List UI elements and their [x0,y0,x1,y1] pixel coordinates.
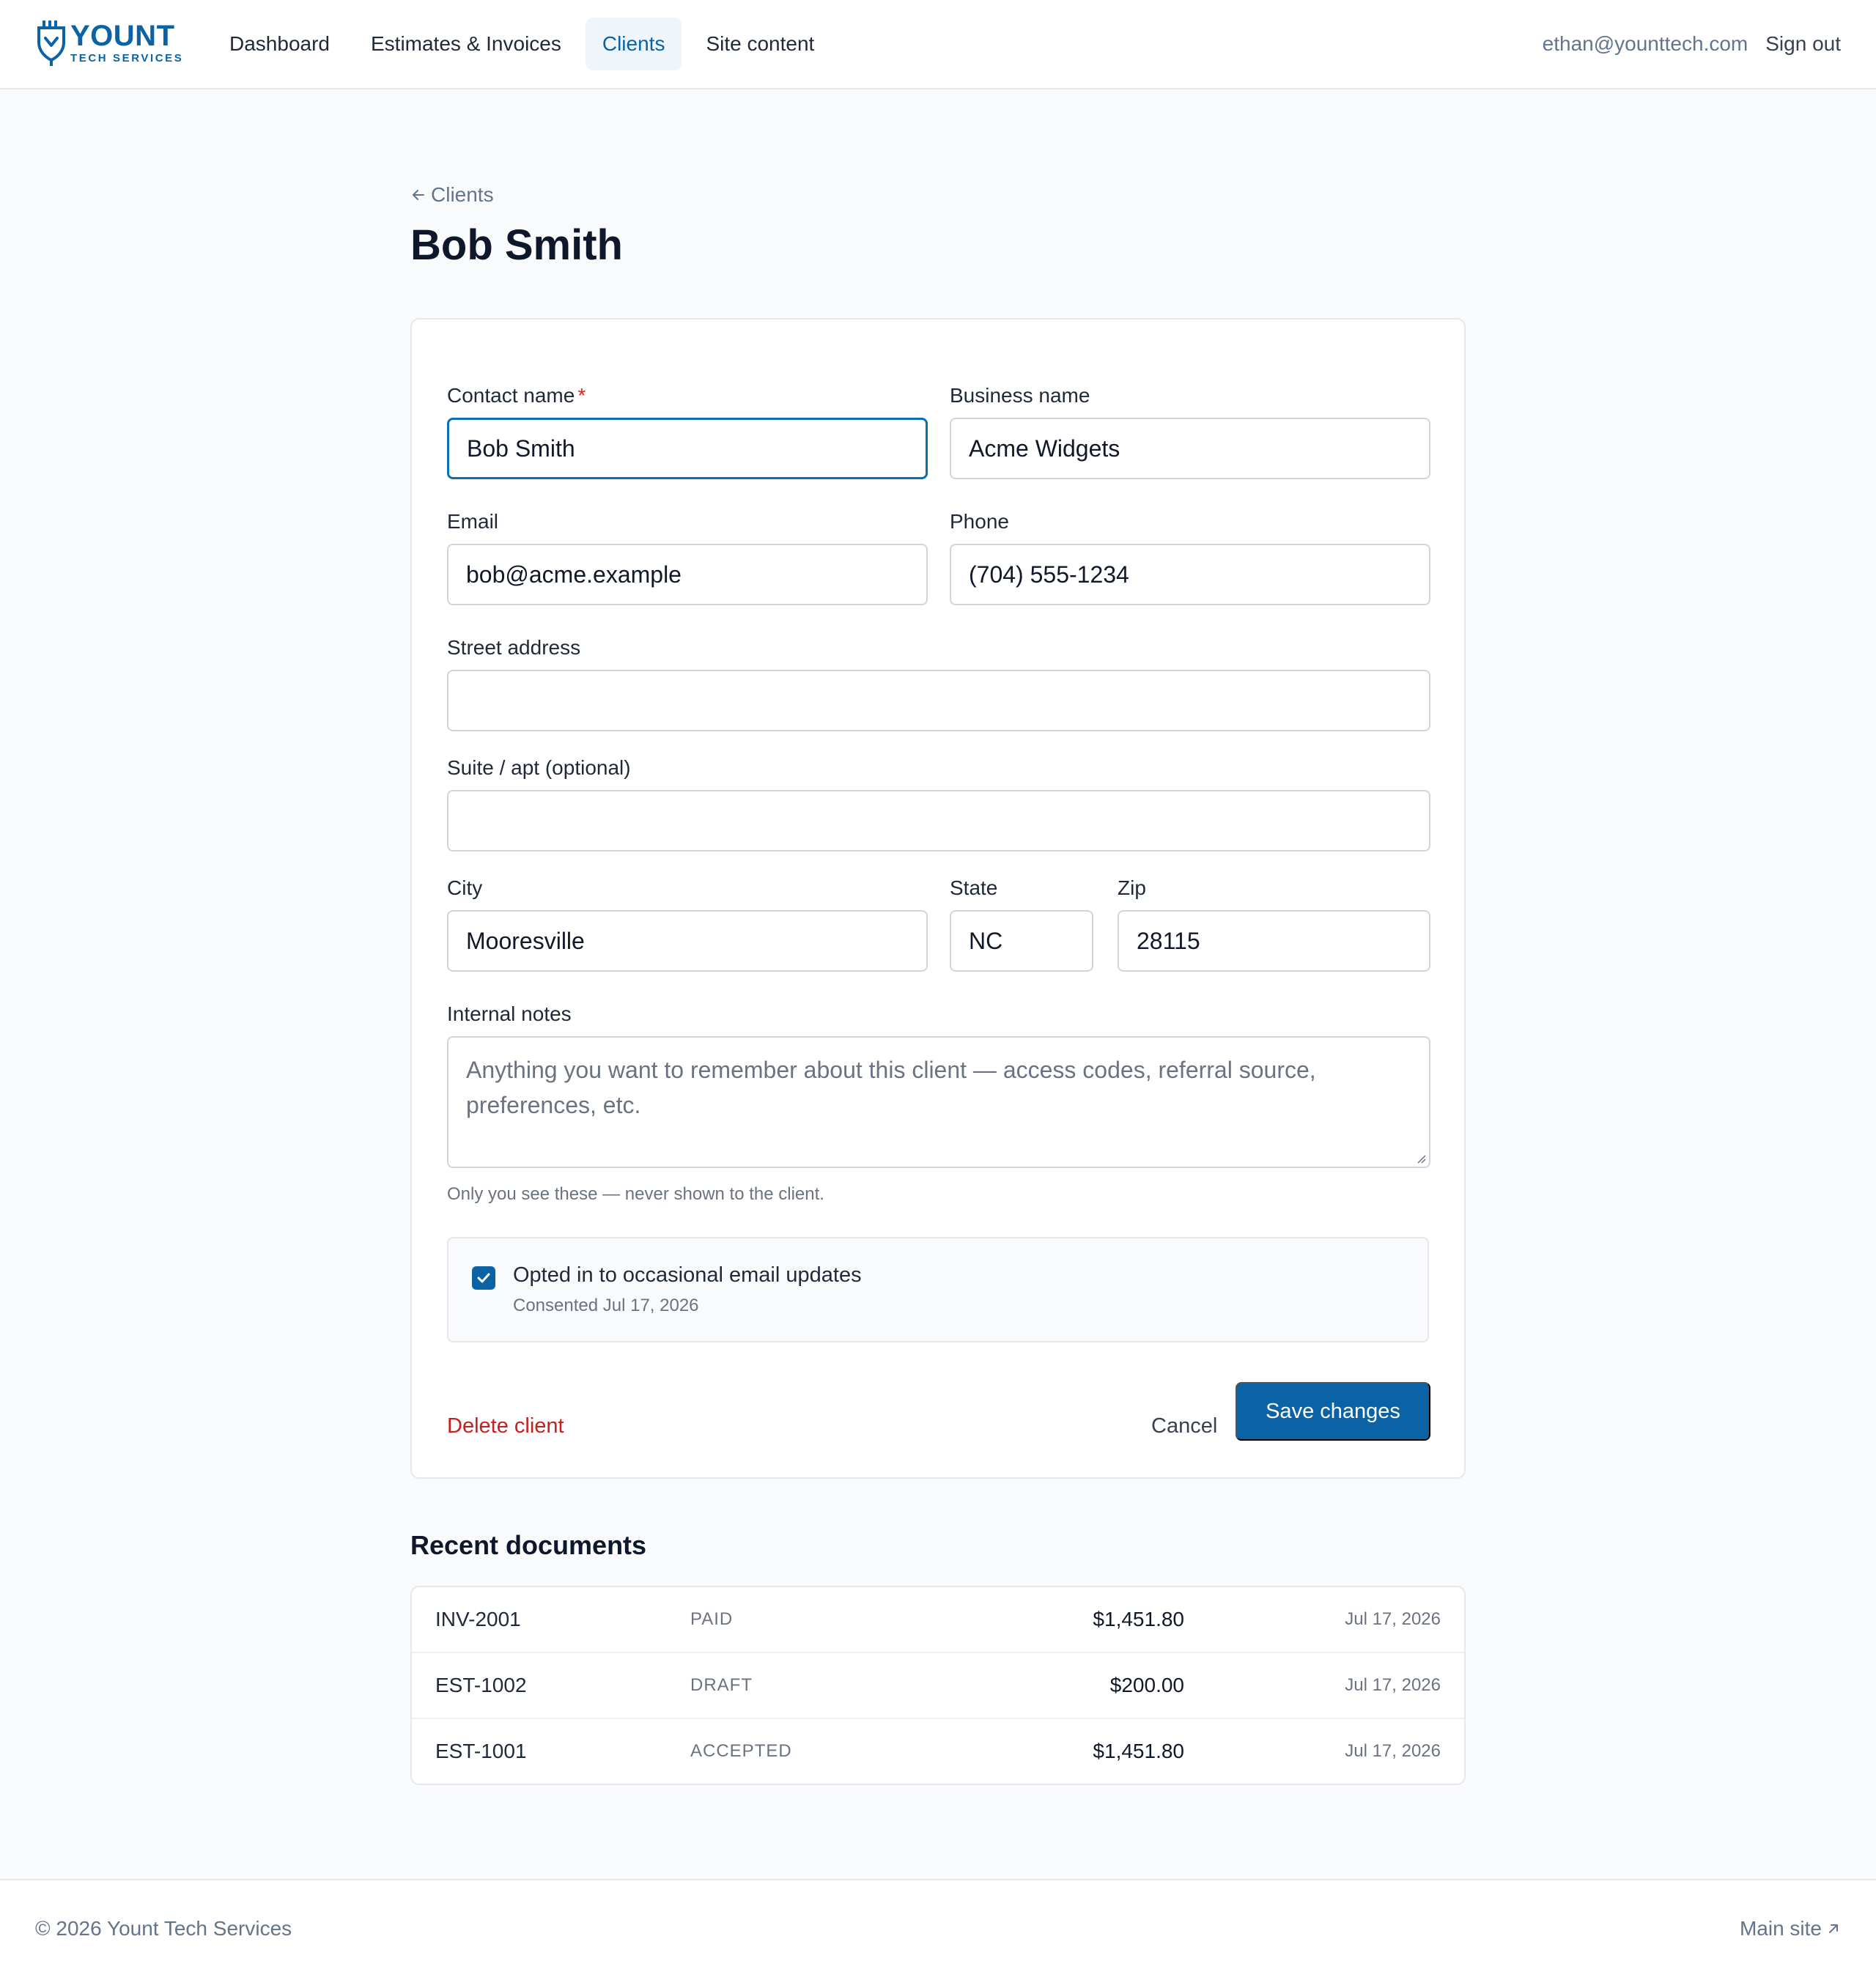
recent-documents-list: INV-2001 PAID $1,451.80 Jul 17, 2026 EST… [410,1586,1466,1785]
checkmark-icon [477,1273,490,1283]
business-name-label: Business name [950,384,1090,407]
city-label: City [447,876,483,899]
resize-handle-icon[interactable] [1414,1152,1426,1164]
email-input[interactable]: bob@acme.example [447,544,928,605]
page-footer: © 2026 Yount Tech Services Main site [0,1879,1876,1980]
document-row[interactable]: INV-2001 PAID $1,451.80 Jul 17, 2026 [412,1587,1464,1653]
state-input[interactable]: NC [950,910,1093,972]
brand-name: YOUNT [70,20,175,52]
document-amount: $1,451.80 [1093,1608,1184,1630]
back-link-label: Clients [431,183,494,206]
phone-label: Phone [950,510,1009,533]
nav-item-site-content[interactable]: Site content [689,18,831,70]
cancel-button[interactable]: Cancel [1151,1414,1217,1438]
page-title: Bob Smith [410,221,623,269]
notes-help-text: Only you see these — never shown to the … [447,1184,824,1204]
internal-notes-placeholder: Anything you want to remember about this… [466,1057,1316,1118]
document-status: DRAFT [690,1675,753,1695]
recent-documents-heading: Recent documents [410,1530,647,1560]
shield-plug-icon [37,21,65,66]
document-amount: $1,451.80 [1093,1740,1184,1762]
street-address-label: Street address [447,636,581,659]
document-row[interactable]: EST-1002 DRAFT $200.00 Jul 17, 2026 [412,1653,1464,1719]
user-menu: ethan@younttech.com Sign out [1543,18,1841,70]
delete-client-button[interactable]: Delete client [447,1414,564,1438]
document-status: PAID [690,1609,734,1629]
main-content: Clients Bob Smith Contact name * Bob Smit… [410,183,1466,1785]
document-row[interactable]: EST-1001 ACCEPTED $1,451.80 Jul 17, 2026 [412,1719,1464,1784]
client-form-card: Contact name * Bob Smith Business name Ac… [410,318,1466,1479]
back-to-clients-link[interactable]: Clients [410,183,494,207]
street-address-input[interactable] [447,670,1430,731]
document-id: EST-1002 [435,1674,527,1696]
top-navigation-bar: YOUNT TECH SERVICES Dashboard Estimates … [0,0,1876,89]
suite-input[interactable] [447,790,1430,852]
document-amount: $200.00 [1109,1674,1184,1696]
contact-name-input[interactable]: Bob Smith [447,418,928,479]
document-id: INV-2001 [435,1608,521,1630]
state-label: State [950,876,998,899]
email-updates-checkbox[interactable] [472,1266,495,1290]
required-indicator: * [577,384,586,407]
brand-logo[interactable]: YOUNT TECH SERVICES [37,18,183,69]
save-changes-button[interactable]: Save changes [1236,1382,1430,1441]
brand-tagline: TECH SERVICES [70,52,184,64]
copyright-text: © 2026 Yount Tech Services [35,1917,292,1940]
contact-name-label: Contact name * [447,384,586,407]
email-label: Email [447,510,499,533]
document-date: Jul 17, 2026 [1345,1675,1441,1695]
email-updates-label[interactable]: Opted in to occasional email updates [513,1263,862,1288]
phone-input[interactable]: (704) 555-1234 [950,544,1430,605]
zip-input[interactable]: 28115 [1118,910,1430,972]
internal-notes-label: Internal notes [447,1002,572,1025]
internal-notes-textarea[interactable]: Anything you want to remember about this… [447,1036,1430,1168]
suite-label: Suite / apt (optional) [447,756,631,779]
nav-item-estimates-invoices[interactable]: Estimates & Invoices [354,18,578,70]
sign-out-link[interactable]: Sign out [1765,32,1841,56]
consent-date-text: Consented Jul 17, 2026 [513,1296,699,1315]
nav-item-dashboard[interactable]: Dashboard [213,18,347,70]
user-email: ethan@younttech.com [1542,32,1748,55]
email-consent-box: Opted in to occasional email updates Con… [447,1237,1429,1342]
business-name-input[interactable]: Acme Widgets [950,418,1430,479]
document-date: Jul 17, 2026 [1345,1609,1441,1629]
document-id: EST-1001 [435,1740,527,1762]
nav-item-clients[interactable]: Clients [585,18,682,70]
main-nav: Dashboard Estimates & Invoices Clients S… [213,18,838,70]
external-link-icon [1829,1924,1838,1933]
main-site-link[interactable]: Main site [1740,1917,1841,1940]
arrow-left-icon [413,190,424,200]
zip-label: Zip [1118,876,1146,899]
main-site-label: Main site [1739,1917,1822,1940]
city-input[interactable]: Mooresville [447,910,928,972]
document-status: ACCEPTED [690,1741,792,1761]
document-date: Jul 17, 2026 [1345,1741,1441,1761]
